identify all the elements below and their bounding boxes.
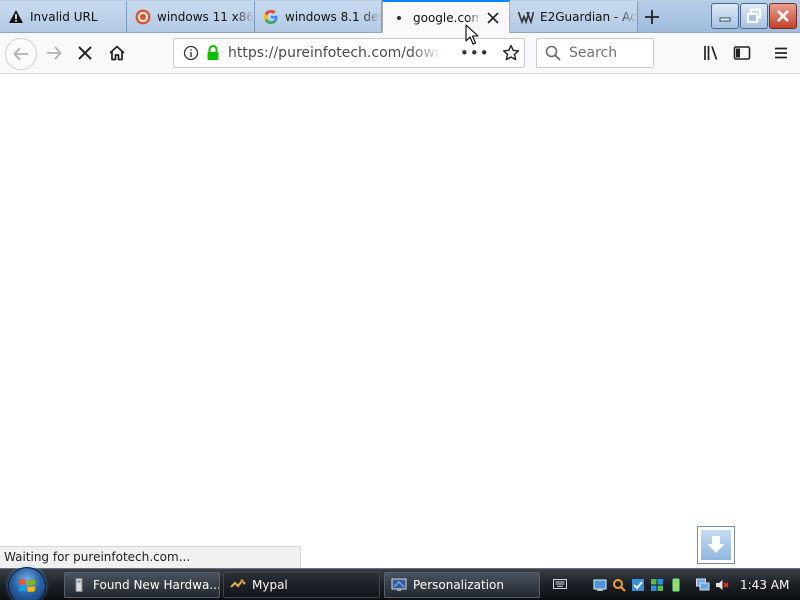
taskbar-item-found-new-hardware[interactable]: Found New Hardwa... bbox=[64, 572, 220, 598]
download-widget[interactable] bbox=[697, 526, 735, 564]
duckduckgo-icon bbox=[135, 9, 151, 25]
search-tray-icon[interactable] bbox=[612, 578, 626, 592]
taskbar-item-personalization[interactable]: Personalization bbox=[384, 572, 540, 598]
plus-icon bbox=[645, 10, 659, 24]
taskbar: Found New Hardwa... Mypal Personalizatio… bbox=[0, 567, 800, 600]
device-tray-icon[interactable] bbox=[669, 578, 683, 592]
mouse-cursor-icon bbox=[465, 24, 479, 45]
tab-label: windows 11 x86 - D bbox=[157, 9, 254, 24]
google-icon bbox=[263, 9, 279, 25]
taskbar-item-label: Mypal bbox=[252, 578, 288, 592]
tab-windows-11[interactable]: windows 11 x86 - D bbox=[127, 1, 255, 32]
menu-button[interactable] bbox=[767, 39, 795, 67]
minimize-icon bbox=[719, 17, 731, 22]
search-icon bbox=[545, 45, 561, 61]
navigation-toolbar: https://pureinfotech.com/download ••• bbox=[0, 33, 800, 74]
tab-label: Invalid URL bbox=[30, 9, 98, 24]
status-panel: Waiting for pureinfotech.com... bbox=[0, 546, 302, 568]
tab-e2guardian[interactable]: E2Guardian - Acc bbox=[510, 1, 638, 32]
forward-button[interactable] bbox=[40, 39, 68, 67]
taskbar-item-label: Personalization bbox=[413, 578, 504, 592]
home-button[interactable] bbox=[103, 39, 131, 67]
taskbar-item-mypal[interactable]: Mypal bbox=[223, 572, 380, 598]
network-status-icon[interactable] bbox=[696, 578, 710, 592]
stop-icon bbox=[78, 46, 92, 60]
clock[interactable]: 1:43 AM bbox=[740, 578, 789, 592]
library-button[interactable] bbox=[697, 39, 725, 67]
page-content: Waiting for pureinfotech.com... bbox=[0, 74, 800, 568]
keyboard-icon[interactable] bbox=[553, 578, 567, 590]
mypal-icon bbox=[230, 577, 246, 593]
download-arrow-icon bbox=[701, 530, 731, 560]
security-tray-icon[interactable] bbox=[631, 578, 645, 592]
warning-icon bbox=[8, 9, 24, 25]
home-icon bbox=[109, 45, 125, 61]
back-arrow-icon bbox=[13, 47, 28, 61]
start-button[interactable] bbox=[8, 567, 46, 600]
restore-button[interactable] bbox=[740, 3, 768, 29]
hardware-icon bbox=[71, 577, 87, 593]
volume-muted-icon[interactable] bbox=[715, 578, 729, 592]
tab-windows-8-1[interactable]: windows 8.1 dev - G bbox=[255, 1, 382, 32]
windows-update-tray-icon[interactable] bbox=[650, 578, 664, 592]
wikipedia-icon bbox=[518, 9, 534, 25]
minimize-button[interactable] bbox=[711, 3, 739, 29]
hamburger-menu-icon bbox=[775, 47, 787, 59]
tab-strip: Invalid URL windows 11 x86 - D windows 8… bbox=[0, 0, 800, 33]
taskbar-item-label: Found New Hardwa... bbox=[93, 578, 219, 592]
new-tab-button[interactable] bbox=[638, 4, 666, 30]
info-icon[interactable] bbox=[182, 45, 200, 61]
personalization-icon bbox=[391, 577, 407, 593]
back-button[interactable] bbox=[5, 38, 37, 70]
lock-icon[interactable] bbox=[206, 45, 220, 61]
tab-invalid-url[interactable]: Invalid URL bbox=[0, 1, 127, 32]
tab-label: windows 8.1 dev - G bbox=[285, 9, 381, 24]
url-text[interactable]: https://pureinfotech.com/download bbox=[228, 45, 442, 61]
system-tray: 1:43 AM bbox=[593, 569, 800, 600]
restore-icon bbox=[747, 8, 761, 23]
sidebar-icon bbox=[733, 46, 751, 60]
tab-label: E2Guardian - Acc bbox=[540, 9, 637, 24]
search-bar[interactable] bbox=[536, 38, 654, 68]
page-actions-icon[interactable]: ••• bbox=[460, 44, 490, 62]
tab-google-active[interactable]: google.com/ bbox=[382, 0, 510, 33]
forward-arrow-icon bbox=[47, 46, 62, 60]
library-icon bbox=[704, 46, 718, 60]
close-window-button[interactable] bbox=[769, 3, 797, 29]
close-tab-icon[interactable] bbox=[485, 10, 501, 26]
sidebar-button[interactable] bbox=[728, 39, 756, 67]
browser-window: Invalid URL windows 11 x86 - D windows 8… bbox=[0, 0, 800, 600]
loading-dot-icon bbox=[391, 10, 407, 26]
network-tray-icon[interactable] bbox=[593, 578, 607, 592]
tab-label: google.com/ bbox=[413, 10, 481, 25]
bookmark-star-icon[interactable] bbox=[502, 44, 520, 62]
search-input[interactable] bbox=[567, 44, 651, 62]
close-icon bbox=[777, 10, 789, 22]
stop-button[interactable] bbox=[71, 39, 99, 67]
windows-logo-icon bbox=[19, 579, 35, 592]
